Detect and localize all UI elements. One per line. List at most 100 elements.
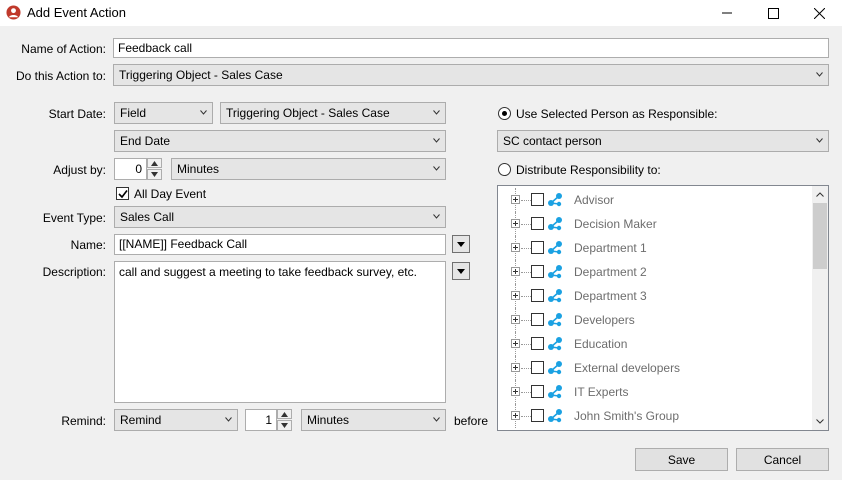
spin-down-button[interactable] [147,169,162,180]
tree-item-checkbox[interactable] [531,385,544,398]
tree-item-checkbox[interactable] [531,361,544,374]
tree-connector [521,200,531,201]
chevron-down-icon [433,214,440,219]
all-day-event-checkbox[interactable] [116,187,129,200]
do-action-to-label: Do this Action to: [15,69,106,83]
cancel-button[interactable]: Cancel [736,448,829,471]
event-name-input[interactable]: [[NAME]] Feedback Call [114,234,446,255]
tree-item-label: Developers [574,313,635,327]
tree-item[interactable]: Advisor [498,188,810,212]
before-label: before [454,414,489,428]
tree-item-label: Department 2 [574,265,647,279]
event-type-select[interactable]: Sales Call [114,206,446,228]
tree-item-checkbox[interactable] [531,217,544,230]
remind-amount-spinner[interactable] [277,409,292,431]
tree-item[interactable]: Department 1 [498,236,810,260]
tree-connector [521,344,531,345]
tree-item-checkbox[interactable] [531,409,544,422]
maximize-button[interactable] [750,0,796,26]
close-button[interactable] [796,0,842,26]
start-date-type-select[interactable]: Field [114,102,213,124]
tree-item[interactable]: Developers [498,308,810,332]
use-selected-person-label: Use Selected Person as Responsible: [516,107,718,121]
arrow-down-icon [281,423,288,428]
group-icon [548,409,562,423]
start-date-object-value: Triggering Object - Sales Case [226,106,390,120]
tree-item-checkbox[interactable] [531,313,544,326]
close-icon [813,7,825,19]
expand-icon[interactable] [511,267,520,276]
tree-item-checkbox[interactable] [531,193,544,206]
adjust-by-unit-select[interactable]: Minutes [171,158,446,180]
tree-item[interactable]: Department 3 [498,284,810,308]
spin-up-button[interactable] [277,409,292,419]
scroll-up-icon[interactable] [816,192,824,197]
caret-down-icon [457,269,465,274]
remind-unit-value: Minutes [307,413,350,427]
remind-label: Remind: [61,414,106,428]
remind-select[interactable]: Remind [114,409,238,431]
expand-icon[interactable] [511,411,520,420]
responsible-person-value: SC contact person [503,134,602,148]
expand-icon[interactable] [511,363,520,372]
tree-item-label: Advisor [574,193,615,207]
responsibility-group-tree[interactable]: Advisor Decision Maker Department 1 Departm… [497,185,829,431]
spin-up-button[interactable] [147,158,162,168]
expand-icon[interactable] [511,339,520,348]
spin-down-button[interactable] [277,420,292,431]
tree-item[interactable]: Decision Maker [498,212,810,236]
tree-item-checkbox[interactable] [531,289,544,302]
do-action-to-select[interactable]: Triggering Object - Sales Case [113,64,829,86]
adjust-by-label: Adjust by: [53,163,106,177]
responsible-person-select[interactable]: SC contact person [497,130,829,152]
scroll-down-icon[interactable] [816,419,824,424]
arrow-down-icon [151,172,158,177]
group-icon [548,265,562,279]
tree-item-checkbox[interactable] [531,337,544,350]
tree-item[interactable]: External developers [498,356,810,380]
description-insert-button[interactable] [452,262,470,280]
adjust-by-input[interactable]: 0 [114,158,147,180]
chevron-down-icon [816,138,823,143]
start-date-field-select[interactable]: End Date [114,130,446,152]
use-selected-person-radio[interactable] [498,107,511,120]
event-name-insert-button[interactable] [452,235,470,253]
expand-icon[interactable] [511,195,520,204]
title-bar: Add Event Action [0,0,842,26]
tree-item-label: Department 3 [574,289,647,303]
expand-icon[interactable] [511,243,520,252]
tree-item[interactable]: Department 2 [498,260,810,284]
tree-item-checkbox[interactable] [531,241,544,254]
tree-connector [521,248,531,249]
tree-item[interactable]: John Smith's Group [498,404,810,428]
event-name-label: Name: [70,238,106,252]
expand-icon[interactable] [511,387,520,396]
tree-item[interactable]: Education [498,332,810,356]
start-date-field-value: End Date [120,134,171,148]
save-button[interactable]: Save [635,448,728,471]
description-textarea[interactable]: call and suggest a meeting to take feedb… [114,261,446,403]
event-type-value: Sales Call [120,210,175,224]
minimize-button[interactable] [704,0,750,26]
start-date-type-value: Field [120,106,147,120]
tree-item-label: Department 1 [574,241,647,255]
app-icon [6,5,21,20]
expand-icon[interactable] [511,219,520,228]
start-date-object-select[interactable]: Triggering Object - Sales Case [220,102,446,124]
chevron-down-icon [433,138,440,143]
scrollbar-thumb[interactable] [813,203,827,269]
remind-amount-input[interactable]: 1 [245,409,277,431]
expand-icon[interactable] [511,291,520,300]
tree-connector [521,272,531,273]
window-title: Add Event Action [27,5,127,20]
tree-item-label: Education [574,337,628,351]
tree-scrollbar[interactable] [812,186,828,430]
name-of-action-input[interactable]: Feedback call [113,38,829,58]
remind-unit-select[interactable]: Minutes [301,409,446,431]
adjust-by-spinner[interactable] [147,158,162,180]
distribute-responsibility-radio[interactable] [498,163,511,176]
expand-icon[interactable] [511,315,520,324]
tree-item[interactable]: IT Experts [498,380,810,404]
caret-down-icon [457,242,465,247]
tree-item-checkbox[interactable] [531,265,544,278]
